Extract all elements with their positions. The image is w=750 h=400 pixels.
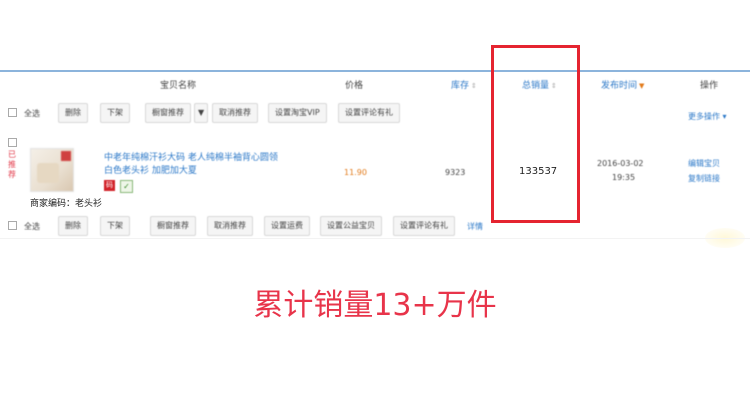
copy-link[interactable]: 复制链接	[688, 173, 720, 184]
delist-button[interactable]: 下架	[100, 103, 130, 123]
column-header-publish-time[interactable]: 发布时间 ▼	[601, 78, 644, 91]
chevron-down-icon: ▼	[198, 108, 205, 117]
set-vip-button[interactable]: 设置淘宝VIP	[268, 103, 327, 123]
column-header-publish-time-label: 发布时间	[601, 81, 638, 91]
select-all-checkbox-bottom[interactable]	[8, 221, 17, 230]
column-header-name[interactable]: 宝贝名称	[160, 78, 196, 91]
set-review-button[interactable]: 设置评论有礼	[338, 103, 400, 123]
code-icon: 码	[104, 180, 115, 191]
column-header-operation: 操作	[700, 81, 719, 91]
delete-button[interactable]: 删除	[58, 103, 88, 123]
merchant-code: 商家编码：老头衫	[30, 199, 103, 209]
select-all-label: 全选	[24, 109, 40, 118]
recommend-button[interactable]: 橱窗推荐	[145, 103, 191, 123]
publish-date: 2016-03-02	[597, 159, 644, 168]
status-badge: 已推荐	[8, 150, 16, 179]
verified-icon: ✓	[120, 180, 133, 193]
product-title-link[interactable]: 中老年纯棉汗衫大码 老人纯棉半袖背心圆领白色老头衫 加肥加大夏	[104, 152, 284, 178]
sort-down-icon: ▼	[639, 82, 645, 90]
delete-button-bottom[interactable]: 删除	[58, 216, 88, 236]
column-header-stock[interactable]: 库存 ⇕	[451, 78, 477, 91]
cancel-recommend-button[interactable]: 取消推荐	[212, 103, 258, 123]
cancel-recommend-button-bottom[interactable]: 取消推荐	[207, 216, 253, 236]
sales-highlight-box	[491, 45, 580, 223]
delist-button-bottom[interactable]: 下架	[100, 216, 130, 236]
sales-caption: 累计销量13+万件	[253, 288, 497, 323]
detail-link[interactable]: 详情	[467, 221, 483, 232]
product-stock: 9323	[445, 168, 466, 177]
chevron-down-icon: ▾	[722, 112, 727, 121]
more-operations-label: 更多操作	[688, 112, 720, 121]
column-header-stock-label: 库存	[451, 81, 470, 91]
set-review-button-bottom[interactable]: 设置评论有礼	[393, 216, 455, 236]
row-checkbox[interactable]	[8, 138, 17, 147]
set-shipping-button[interactable]: 设置运费	[264, 216, 310, 236]
panel-divider	[0, 238, 750, 239]
set-charity-button[interactable]: 设置公益宝贝	[320, 216, 382, 236]
publish-time: 19:35	[612, 173, 636, 182]
edit-product-link[interactable]: 编辑宝贝	[688, 158, 720, 169]
recommend-dropdown[interactable]: ▼	[194, 103, 209, 123]
product-thumbnail[interactable]	[30, 148, 74, 192]
product-price: 11.90	[344, 168, 367, 177]
select-all-checkbox[interactable]	[8, 108, 17, 117]
select-all-label-bottom: 全选	[24, 222, 40, 231]
column-header-price[interactable]: 价格	[345, 78, 363, 91]
table-header-border	[0, 70, 750, 72]
sort-icon: ⇕	[471, 82, 477, 90]
recommend-button-bottom[interactable]: 橱窗推荐	[150, 216, 196, 236]
more-operations-link[interactable]: 更多操作 ▾	[688, 111, 727, 122]
